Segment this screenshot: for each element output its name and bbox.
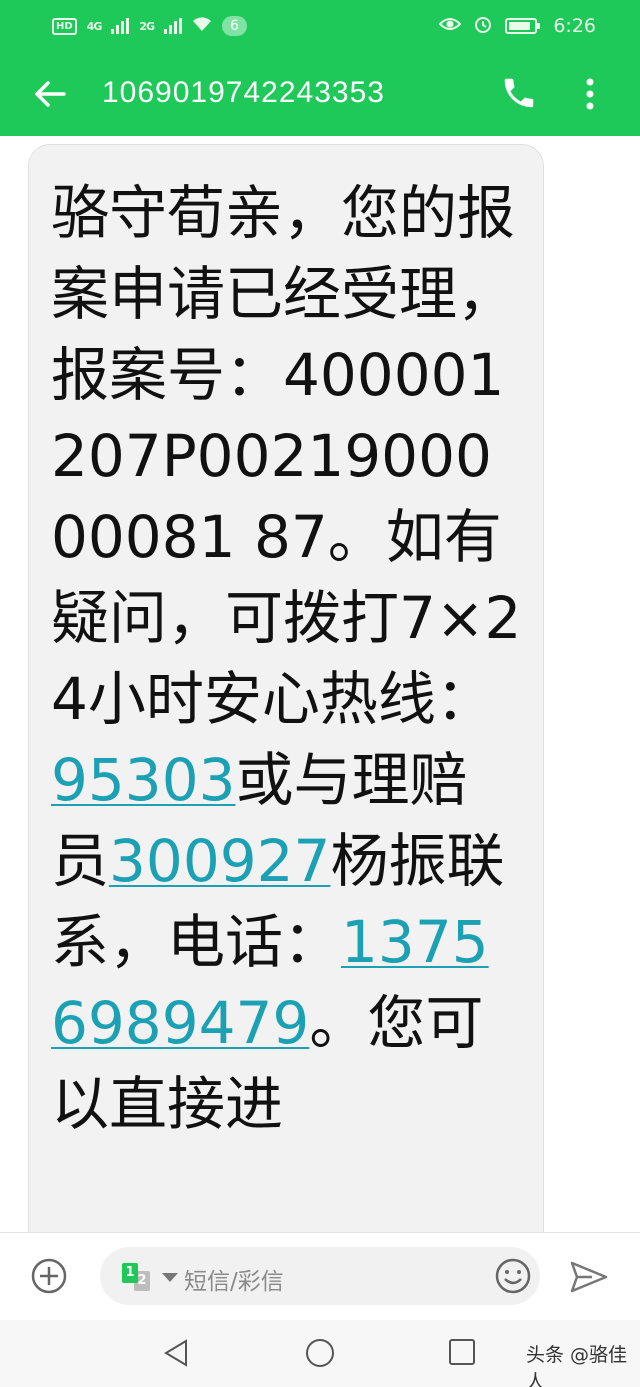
more-vert-icon[interactable] xyxy=(578,74,602,114)
back-arrow-icon[interactable] xyxy=(30,74,70,114)
message-input[interactable]: 2 1 短信/彩信 xyxy=(100,1247,540,1305)
sim1-label: 1 xyxy=(122,1263,138,1283)
watermark-text: 头条 @骆佳人 xyxy=(526,1344,628,1387)
phone-icon[interactable] xyxy=(500,74,538,112)
hotline-link[interactable]: 95303 xyxy=(51,746,236,814)
wifi-icon xyxy=(192,16,212,36)
nav-home-icon[interactable] xyxy=(304,1337,336,1369)
signal-icon-2 xyxy=(164,18,183,34)
status-bar: HD 4G 2G 6 6:26 xyxy=(0,0,640,52)
eye-comfort-icon xyxy=(438,16,462,37)
input-placeholder: 短信/彩信 xyxy=(184,1269,284,1295)
sim-switch-icon[interactable]: 2 1 xyxy=(120,1263,156,1291)
notification-count-badge: 6 xyxy=(222,16,247,36)
battery-icon xyxy=(505,18,541,34)
message-text: 骆守荀亲，您的报案申请已经受理，报案号：400001207P0021900000… xyxy=(51,173,523,1145)
nav-back-icon[interactable] xyxy=(162,1338,192,1368)
send-icon[interactable] xyxy=(568,1257,610,1297)
add-icon[interactable] xyxy=(30,1257,68,1295)
toolbar: 1069019742243353 xyxy=(0,52,640,136)
composer-bar: 2 1 短信/彩信 xyxy=(0,1232,640,1320)
app-bar: HD 4G 2G 6 6:26 1069019742243353 xyxy=(0,0,640,136)
message-segment: 骆守荀亲，您的报案申请已经受理，报案号：400001207P0021900000… xyxy=(51,179,522,733)
message-bubble[interactable]: 骆守荀亲，您的报案申请已经受理，报案号：400001207P0021900000… xyxy=(28,144,544,1232)
system-nav-bar: 头条 @骆佳人 xyxy=(0,1320,640,1387)
nav-recent-icon[interactable] xyxy=(448,1338,476,1366)
chevron-down-icon[interactable] xyxy=(162,1273,178,1282)
network-4g-label: 4G xyxy=(86,19,103,33)
status-right: 6:26 xyxy=(438,14,596,39)
message-thread[interactable]: 骆守荀亲，您的报案申请已经受理，报案号：400001207P0021900000… xyxy=(0,136,640,1232)
status-left: HD 4G 2G 6 xyxy=(52,16,247,36)
conversation-title: 1069019742243353 xyxy=(102,76,385,109)
network-2g-label: 2G xyxy=(139,19,155,33)
adjuster-id-link[interactable]: 300927 xyxy=(109,827,330,895)
hd-badge: HD xyxy=(52,17,77,35)
clock-time: 6:26 xyxy=(553,15,596,37)
alarm-icon xyxy=(473,14,493,39)
signal-icon xyxy=(111,18,130,34)
emoji-icon[interactable] xyxy=(494,1257,532,1295)
